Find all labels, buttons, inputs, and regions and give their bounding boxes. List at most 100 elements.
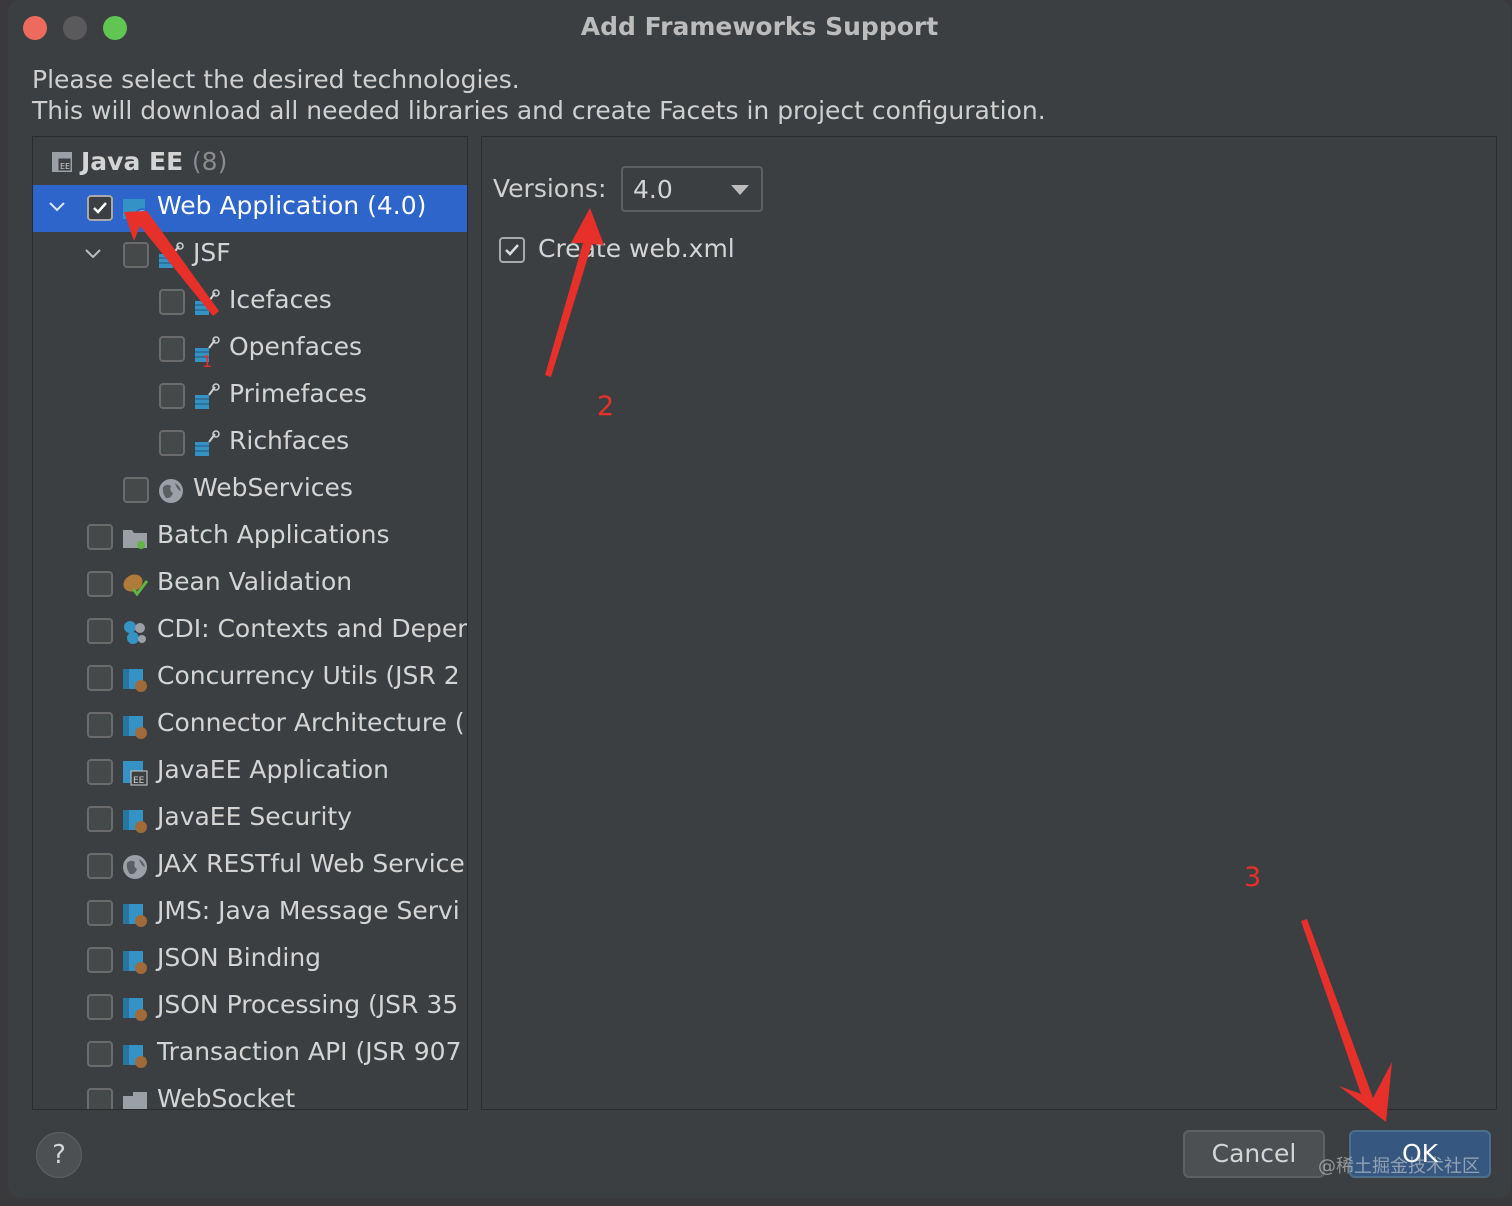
tree-item-checkbox[interactable] (87, 712, 113, 738)
tree-item[interactable]: Concurrency Utils (JSR 2 (33, 655, 467, 702)
tree-item[interactable]: EE JavaEE Application (33, 749, 467, 796)
module-icon (123, 1045, 147, 1068)
globe-icon (123, 855, 147, 879)
chevron-down-icon[interactable] (83, 244, 103, 264)
tree-item[interactable]: Primefaces (33, 373, 467, 420)
tree-item[interactable]: Bean Validation (33, 561, 467, 608)
tree-item-label: Openfaces (229, 332, 363, 361)
help-button[interactable]: ? (36, 1132, 82, 1178)
module-icon (123, 998, 147, 1021)
framework-config-panel: Versions: 4.0 Create web.xml (481, 136, 1497, 1110)
websocket-icon (123, 1092, 147, 1109)
tree-item-checkbox[interactable] (159, 336, 185, 362)
module-icon (123, 716, 147, 739)
batch-icon (123, 530, 147, 549)
tree-item-checkbox[interactable] (87, 1088, 113, 1109)
javaee-app-icon: EE (123, 761, 148, 786)
cdi-icon (124, 621, 146, 644)
tree-item-label: CDI: Contexts and Depen (157, 614, 468, 643)
tree-item[interactable]: JAX RESTful Web Service (33, 843, 467, 890)
tree-item[interactable]: CDI: Contexts and Depen (33, 608, 467, 655)
module-icon (123, 904, 147, 927)
tree-item[interactable]: Openfaces (33, 326, 467, 373)
cancel-button[interactable]: Cancel (1183, 1130, 1325, 1178)
tree-item[interactable]: JSON Processing (JSR 35 (33, 984, 467, 1031)
tree-item-label: Connector Architecture (. (157, 708, 468, 737)
tree-item[interactable]: WebSocket (33, 1078, 467, 1110)
chevron-down-icon (731, 185, 749, 195)
dialog-title: Add Frameworks Support (580, 12, 939, 41)
jsf-lib-icon (195, 383, 220, 409)
description: Please select the desired technologies. … (32, 64, 1046, 126)
module-icon (123, 951, 147, 974)
tree-item-label: Bean Validation (157, 567, 353, 596)
tree-item-label: JavaEE Application (157, 755, 390, 784)
tree-item-checkbox[interactable] (87, 195, 113, 221)
tree-item-label: Primefaces (229, 379, 367, 408)
tree-item-label: JAX RESTful Web Service (157, 849, 465, 878)
checkmark-icon (93, 202, 107, 214)
group-label: Java EE (81, 147, 184, 176)
tree-item-checkbox[interactable] (87, 571, 113, 597)
tree-item-checkbox[interactable] (159, 430, 185, 456)
tree-item-label: WebServices (193, 473, 353, 502)
tree-item-label: Web Application (4.0) (157, 191, 427, 220)
tree-item-checkbox[interactable] (87, 759, 113, 785)
svg-text:EE: EE (133, 776, 145, 786)
annotation-marker-1: 1 (202, 352, 213, 371)
versions-label: Versions: (493, 174, 607, 203)
tree-item[interactable]: Transaction API (JSR 907 (33, 1031, 467, 1078)
jsf-icon (159, 242, 184, 268)
tree-item-checkbox[interactable] (87, 665, 113, 691)
tree-item-label: Richfaces (229, 426, 350, 455)
svg-text:EE: EE (60, 162, 70, 171)
version-select[interactable]: 4.0 (621, 166, 763, 212)
tree-item-label: Icefaces (229, 285, 332, 314)
annotation-marker-2: 2 (597, 391, 615, 422)
tree-item[interactable]: JSF (33, 232, 467, 279)
framework-tree[interactable]: EE Java EE (8) Web Application (4.0) JSF I… (32, 136, 468, 1110)
tree-item-label: JMS: Java Message Servi (157, 896, 460, 925)
tree-item[interactable]: Batch Applications (33, 514, 467, 561)
create-webxml-checkbox[interactable] (499, 237, 525, 263)
tree-item-label: JavaEE Security (157, 802, 353, 831)
module-icon (123, 669, 147, 692)
tree-item[interactable]: JMS: Java Message Servi (33, 890, 467, 937)
tree-item-checkbox[interactable] (87, 853, 113, 879)
tree-item[interactable]: JavaEE Security (33, 796, 467, 843)
tree-item-label: JSON Processing (JSR 35 (157, 990, 459, 1019)
annotation-marker-3: 3 (1244, 862, 1262, 893)
tree-item[interactable]: Richfaces (33, 420, 467, 467)
tree-item-checkbox[interactable] (159, 289, 185, 315)
watermark: @稀土掘金技术社区 (1318, 1156, 1480, 1177)
tree-item-checkbox[interactable] (87, 618, 113, 644)
bean-validation-icon (123, 574, 149, 597)
tree-item-checkbox[interactable] (87, 806, 113, 832)
tree-item[interactable]: JSON Binding (33, 937, 467, 984)
description-line-2: This will download all needed libraries … (32, 96, 1046, 125)
create-webxml-label: Create web.xml (538, 234, 735, 263)
tree-item-checkbox[interactable] (87, 900, 113, 926)
tree-item-checkbox[interactable] (87, 1041, 113, 1067)
tree-item[interactable]: Web Application (4.0) (33, 185, 467, 232)
dialog-window: Add Frameworks Support Please select the… (8, 0, 1511, 1198)
web-app-icon (123, 199, 149, 222)
tree-item-checkbox[interactable] (87, 994, 113, 1020)
chevron-down-icon[interactable] (47, 197, 67, 217)
tree-item-checkbox[interactable] (123, 242, 149, 268)
tree-item-checkbox[interactable] (123, 477, 149, 503)
tree-item-label: Transaction API (JSR 907 (157, 1037, 462, 1066)
tree-item[interactable]: Icefaces (33, 279, 467, 326)
tree-item-checkbox[interactable] (87, 524, 113, 550)
javaee-group-icon: EE (52, 152, 72, 172)
module-icon (123, 810, 147, 833)
tree-item-label: JSF (193, 238, 231, 267)
tree-item-checkbox[interactable] (87, 947, 113, 973)
tree-group-javaee: Java EE (8) (81, 147, 227, 176)
tree-item[interactable]: WebServices (33, 467, 467, 514)
checkmark-icon (505, 244, 519, 256)
tree-item[interactable]: Connector Architecture (. (33, 702, 467, 749)
tree-item-label: WebSocket (157, 1084, 296, 1110)
tree-item-checkbox[interactable] (159, 383, 185, 409)
group-count: (8) (191, 147, 228, 176)
